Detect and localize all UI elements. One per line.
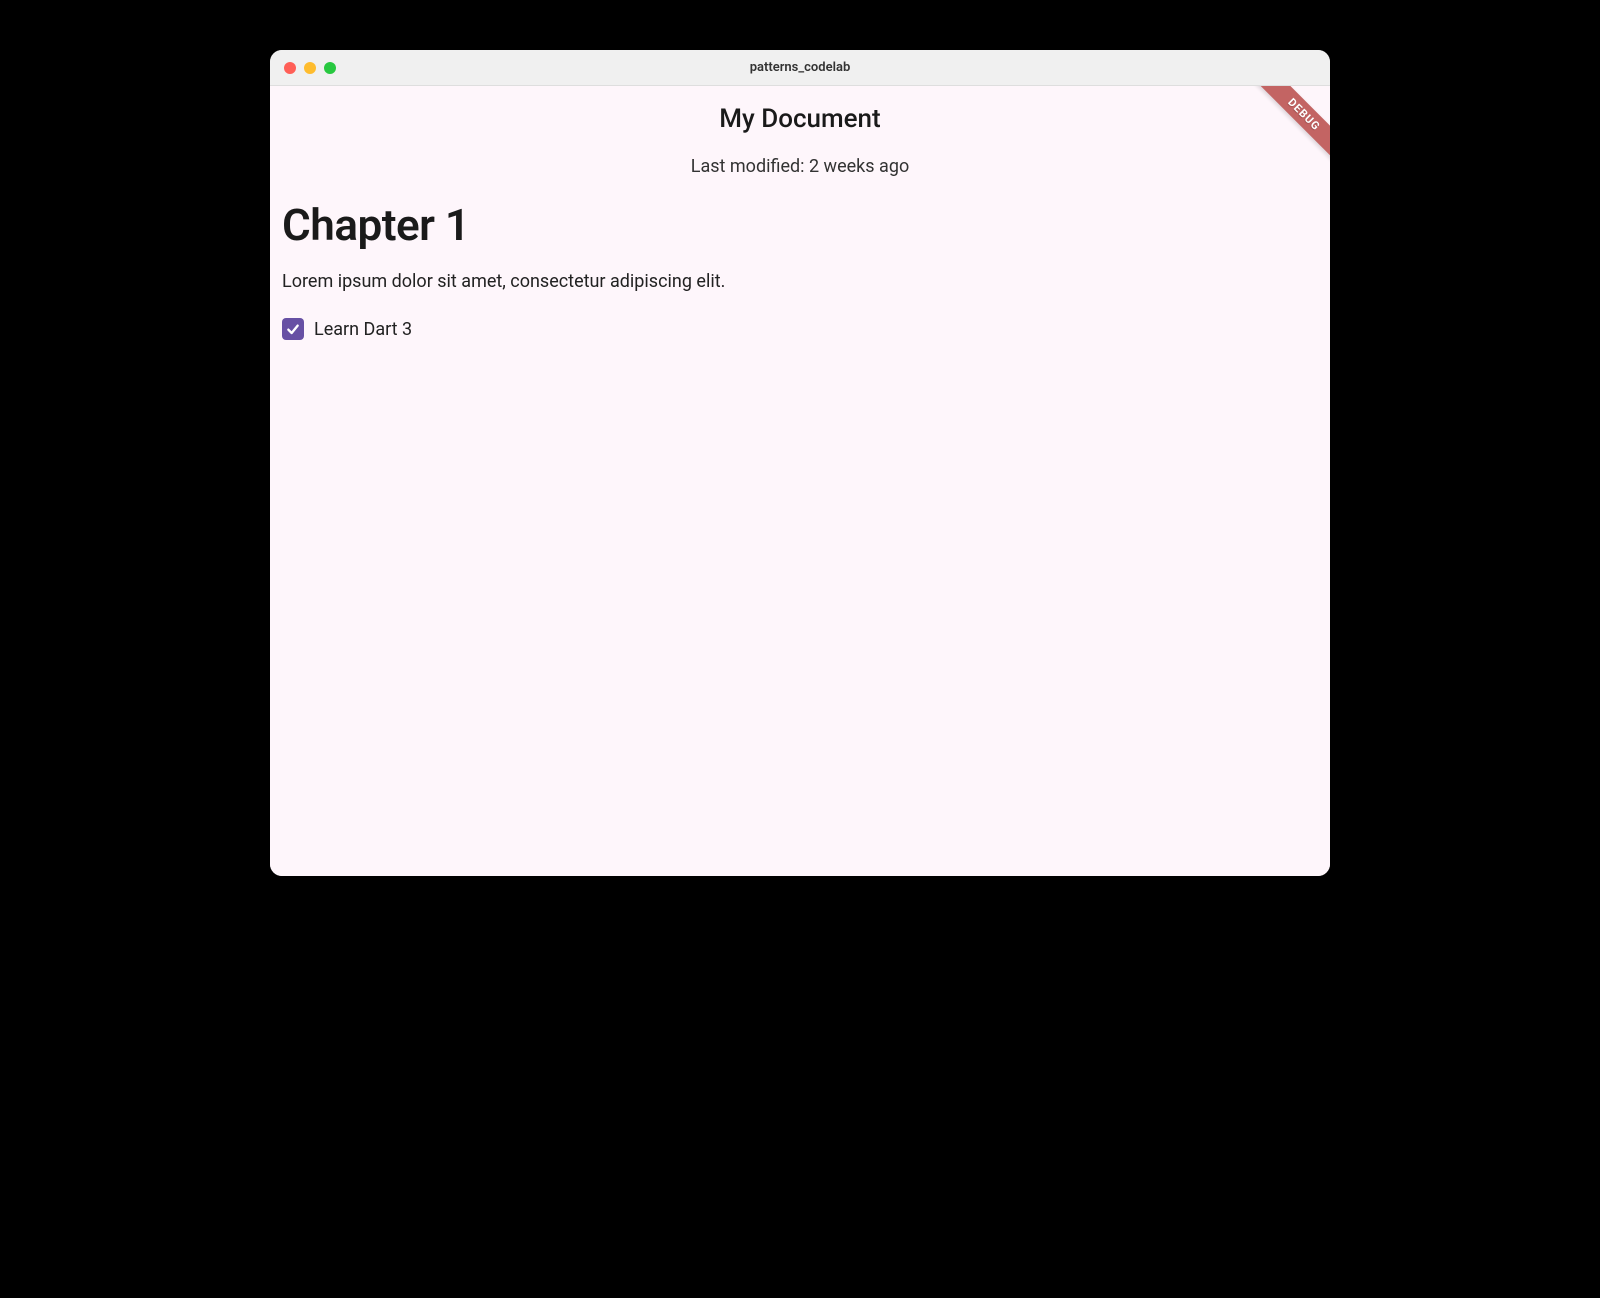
chapter-heading: Chapter 1 (282, 187, 1318, 259)
window-title: patterns_codelab (270, 60, 1330, 75)
mac-window: patterns_codelab DEBUG My Document Last … (270, 50, 1330, 876)
close-window-button[interactable] (284, 62, 296, 74)
checkbox[interactable] (282, 318, 304, 340)
app-surface: DEBUG My Document Last modified: 2 weeks… (270, 86, 1330, 876)
check-icon (285, 321, 301, 337)
traffic-lights (270, 62, 336, 74)
appbar-title: My Document (270, 86, 1330, 142)
paragraph-text: Lorem ipsum dolor sit amet, consectetur … (282, 259, 1318, 304)
titlebar[interactable]: patterns_codelab (270, 50, 1330, 86)
last-modified-text: Last modified: 2 weeks ago (270, 142, 1330, 187)
app-content: My Document Last modified: 2 weeks ago C… (270, 86, 1330, 354)
checkbox-list-item[interactable]: Learn Dart 3 (282, 304, 1318, 354)
checkbox-label: Learn Dart 3 (314, 319, 412, 340)
zoom-window-button[interactable] (324, 62, 336, 74)
document-body: Chapter 1 Lorem ipsum dolor sit amet, co… (270, 187, 1330, 354)
minimize-window-button[interactable] (304, 62, 316, 74)
